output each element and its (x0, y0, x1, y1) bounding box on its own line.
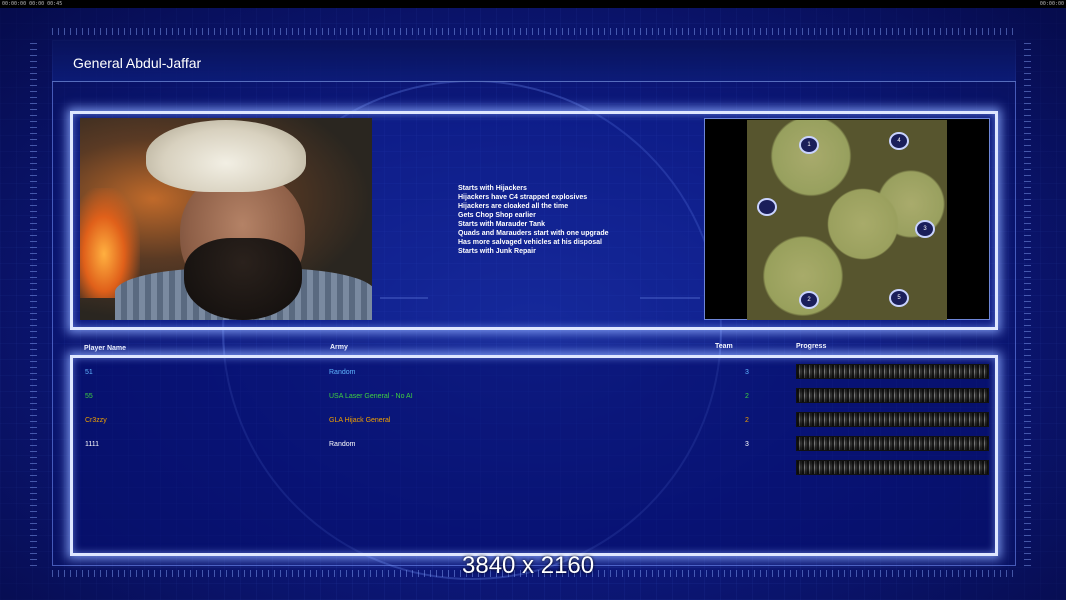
progress-bar (796, 388, 989, 403)
map-preview: 1 4 3 2 5 (747, 120, 947, 320)
description-line: Starts with Hijackers (458, 185, 527, 192)
status-text-left: 00:00:00 00:00 00:45 (2, 1, 63, 7)
status-text-right: 00:00:00 (1039, 1, 1064, 7)
description-line: Hijackers have C4 strapped explosives (458, 194, 588, 201)
right-ruler (1024, 40, 1031, 566)
player-team: 2 (745, 393, 749, 400)
description-line: Starts with Marauder Tank (458, 221, 546, 228)
player-name: 55 (85, 393, 93, 400)
general-description-list: Starts with Hijackers Hijackers have C4 … (458, 184, 688, 256)
spawn-marker[interactable] (757, 198, 777, 216)
portrait-beard (184, 238, 302, 320)
description-line: Hijackers are cloaked all the time (458, 203, 569, 210)
player-army: Random (329, 369, 356, 376)
progress-bar (796, 460, 989, 475)
player-team: 2 (745, 417, 749, 424)
player-team: 3 (745, 369, 749, 376)
player-army: GLA Hijack General (329, 417, 391, 424)
spawn-marker[interactable]: 3 (915, 220, 935, 238)
spawn-marker[interactable]: 4 (889, 132, 909, 150)
description-line: Starts with Junk Repair (458, 248, 536, 255)
resolution-overlay-label: 3840 x 2160 (462, 552, 595, 579)
progress-bar (796, 364, 989, 379)
spawn-marker[interactable]: 1 (799, 136, 819, 154)
column-header-team: Team (715, 343, 733, 350)
player-name: Cr3zzy (85, 417, 107, 424)
left-ruler (30, 40, 37, 566)
top-ruler (52, 28, 1016, 35)
title-bar: General Abdul-Jaffar (52, 40, 1016, 82)
players-panel (70, 355, 998, 556)
description-line: Gets Chop Shop earlier (458, 212, 536, 219)
player-army: USA Laser General - No AI (329, 393, 413, 400)
description-line: Has more salvaged vehicles at his dispos… (458, 239, 602, 246)
column-header-army: Army (330, 344, 348, 351)
player-team: 3 (745, 441, 749, 448)
status-bar: 00:00:00 00:00 00:45 00:00:00 (0, 0, 1066, 8)
description-line: Quads and Marauders start with one upgra… (458, 230, 609, 237)
portrait-turban (146, 120, 306, 192)
player-name: 1111 (85, 441, 100, 448)
progress-bar (796, 412, 989, 427)
player-name: 51 (85, 369, 93, 376)
player-army: Random (329, 441, 356, 448)
spawn-marker[interactable]: 2 (799, 291, 819, 309)
general-name-title: General Abdul-Jaffar (73, 55, 202, 71)
column-header-progress: Progress (796, 343, 827, 350)
spawn-marker[interactable]: 5 (889, 289, 909, 307)
general-portrait (80, 118, 372, 320)
column-header-player: Player Name (84, 345, 127, 352)
progress-bar (796, 436, 989, 451)
